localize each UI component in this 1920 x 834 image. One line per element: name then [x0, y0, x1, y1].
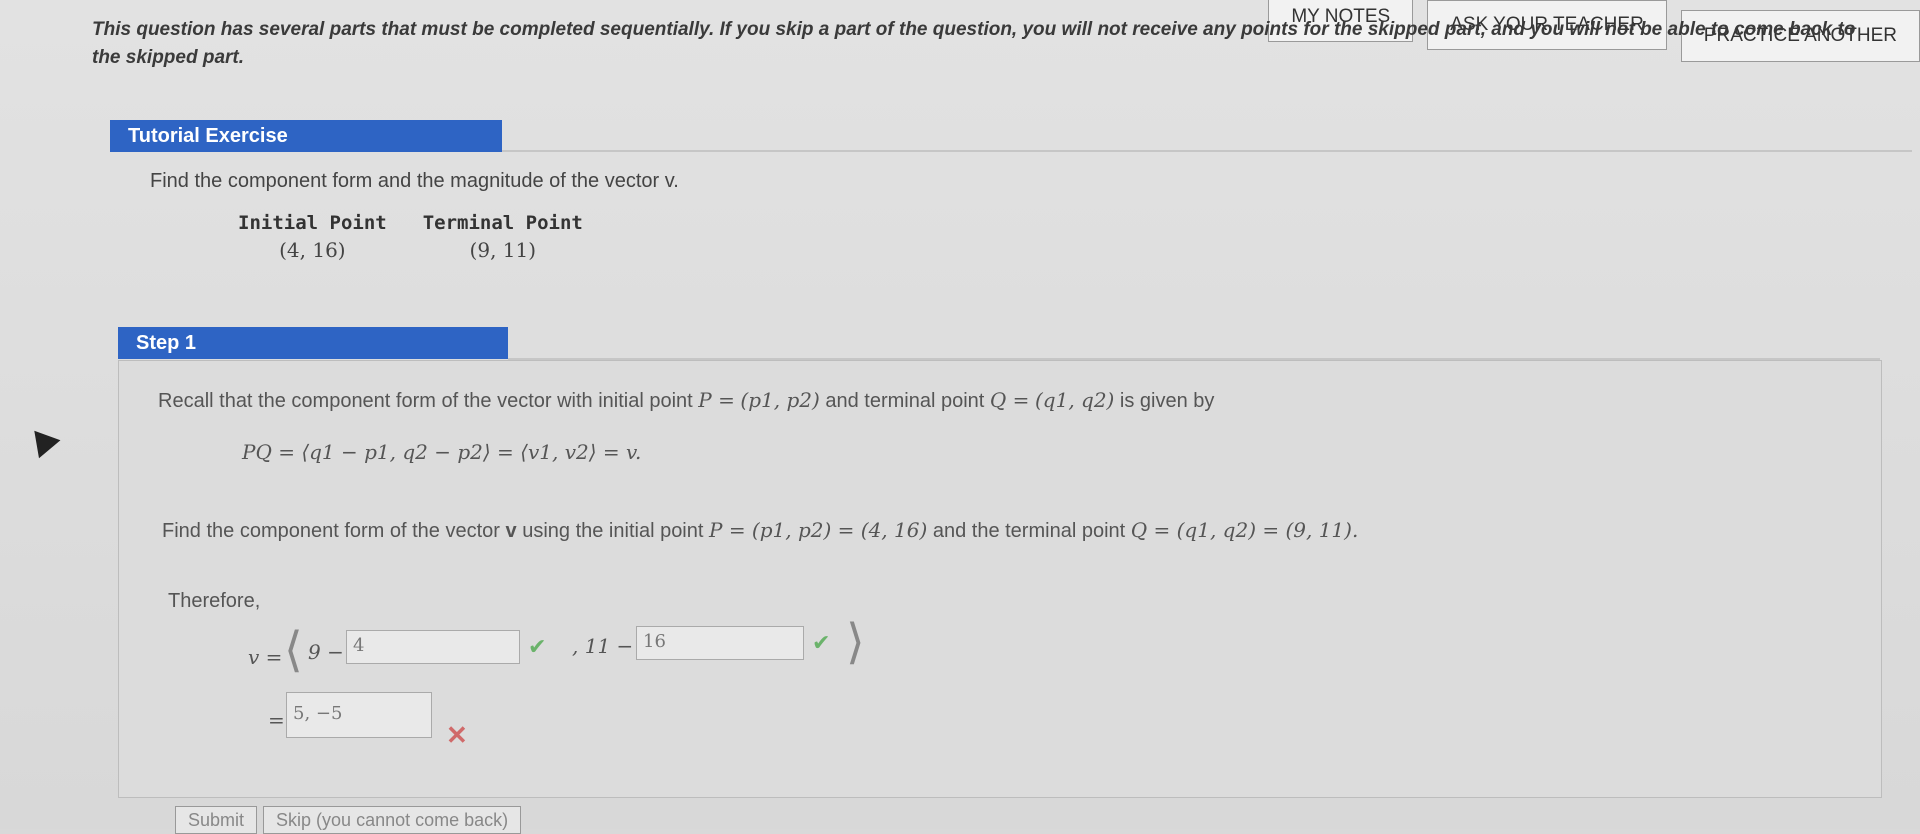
component-formula: PQ = ⟨q1 − p1, q2 − p2⟩ = ⟨v1, v2⟩ = v.	[242, 440, 642, 464]
terminal-point-value: (9, 11)	[469, 238, 537, 262]
recall-text: Recall that the component form of the ve…	[158, 388, 1214, 413]
first-component-lhs: 9 −	[308, 640, 344, 664]
first-component-input[interactable]: 4	[346, 630, 520, 664]
check-icon: ✔	[812, 630, 831, 655]
recall-q-value: (q1, q2)	[1034, 388, 1115, 412]
open-angle-bracket: ⟨	[284, 622, 303, 678]
find-text-3: and the terminal point	[932, 520, 1126, 542]
terminal-point-label: Terminal Point	[422, 212, 583, 234]
page: MY NOTES ASK YOUR TEACHER PRACTICE ANOTH…	[0, 0, 1920, 834]
recall-p-value: (p1, p2)	[740, 388, 820, 412]
second-component-input[interactable]: 16	[636, 626, 804, 660]
terminal-point-column: Terminal Point (9, 11)	[423, 212, 583, 262]
initial-point-value: (4, 16)	[279, 238, 346, 262]
initial-point-label: Initial Point	[238, 212, 387, 234]
submit-button[interactable]: Submit	[175, 806, 258, 834]
step-1-header: Step 1	[118, 327, 508, 359]
recall-text-1: Recall that the component form of the ve…	[158, 390, 693, 412]
find-instruction: Find the component form of the vector v …	[162, 518, 1358, 543]
find-q: Q = (q1, q2) = (9, 11).	[1130, 518, 1359, 542]
tutorial-prompt: Find the component form and the magnitud…	[150, 170, 679, 192]
vector-v-label: v	[505, 520, 517, 542]
equals-sign: =	[268, 708, 285, 732]
check-icon: ✔	[528, 634, 547, 659]
therefore-label: Therefore,	[168, 590, 261, 612]
intro-text: This question has several parts that mus…	[92, 19, 1856, 68]
incorrect-x-icon: ✕	[446, 720, 468, 750]
recall-text-2: and terminal point	[825, 390, 985, 412]
tutorial-exercise-header: Tutorial Exercise	[110, 120, 502, 152]
close-angle-bracket: ⟩	[846, 614, 865, 670]
recall-text-3: is given by	[1119, 390, 1215, 412]
recall-q: Q =	[989, 388, 1030, 412]
find-text-2: using the initial point	[522, 520, 704, 542]
find-text-1: Find the component form of the vector	[162, 520, 500, 542]
skip-button[interactable]: Skip (you cannot come back)	[263, 806, 522, 834]
find-p: P = (p1, p2) = (4, 16)	[709, 518, 928, 542]
result-input[interactable]: 5, −5	[286, 692, 432, 738]
v-equals: v =	[248, 645, 283, 669]
mouse-pointer-icon	[23, 421, 61, 459]
divider	[502, 150, 1912, 152]
points-table: Initial Point (4, 16) Terminal Point (9,…	[238, 212, 583, 262]
initial-point-column: Initial Point (4, 16)	[238, 212, 387, 262]
bottom-button-bar: Submit Skip (you cannot come back)	[175, 806, 522, 834]
second-component-lhs: , 11 −	[572, 634, 634, 658]
recall-p: P =	[698, 388, 735, 412]
